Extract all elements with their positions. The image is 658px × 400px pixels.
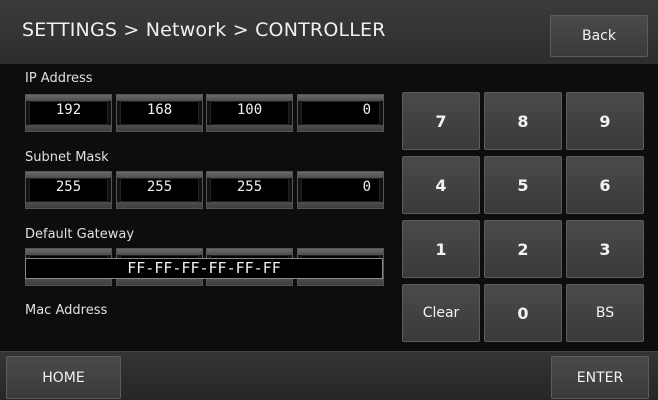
ip-octet-3-field[interactable]: 100 (206, 94, 293, 132)
key-9[interactable]: 9 (566, 92, 644, 150)
subnet-octet-1-value: 255 (55, 179, 82, 195)
page-title: SETTINGS > Network > CONTROLLER (22, 19, 386, 41)
key-2[interactable]: 2 (484, 220, 562, 278)
key-3[interactable]: 3 (566, 220, 644, 278)
default-gateway-label: Default Gateway (25, 227, 135, 242)
key-4[interactable]: 4 (402, 156, 480, 214)
ip-octet-3-value: 100 (236, 102, 263, 118)
key-1[interactable]: 1 (402, 220, 480, 278)
subnet-octet-4-field[interactable]: 0 (297, 171, 384, 209)
enter-button[interactable]: ENTER (551, 356, 649, 399)
home-button[interactable]: HOME (6, 356, 121, 399)
ip-octet-1-field[interactable]: 192 (25, 94, 112, 132)
key-8[interactable]: 8 (484, 92, 562, 150)
ip-octet-2-value: 168 (146, 102, 173, 118)
key-clear[interactable]: Clear (402, 284, 480, 342)
subnet-octet-3-value: 255 (236, 179, 263, 195)
subnet-octet-2-value: 255 (146, 179, 173, 195)
subnet-octet-4-value: 0 (362, 179, 371, 195)
subnet-octet-2-field[interactable]: 255 (116, 171, 203, 209)
subnet-octet-1-field[interactable]: 255 (25, 171, 112, 209)
ip-octet-1-value: 192 (55, 102, 82, 118)
subnet-octet-3-field[interactable]: 255 (206, 171, 293, 209)
key-7[interactable]: 7 (402, 92, 480, 150)
mac-address-value: FF-FF-FF-FF-FF-FF (25, 258, 383, 279)
ip-octet-2-field[interactable]: 168 (116, 94, 203, 132)
key-0[interactable]: 0 (484, 284, 562, 342)
ip-octet-4-value: 0 (362, 102, 371, 118)
key-backspace[interactable]: BS (566, 284, 644, 342)
back-button[interactable]: Back (550, 15, 648, 57)
ip-octet-4-field[interactable]: 0 (297, 94, 384, 132)
key-6[interactable]: 6 (566, 156, 644, 214)
ip-address-label: IP Address (25, 71, 93, 86)
subnet-mask-label: Subnet Mask (25, 150, 109, 165)
key-5[interactable]: 5 (484, 156, 562, 214)
mac-address-label: Mac Address (25, 303, 108, 318)
